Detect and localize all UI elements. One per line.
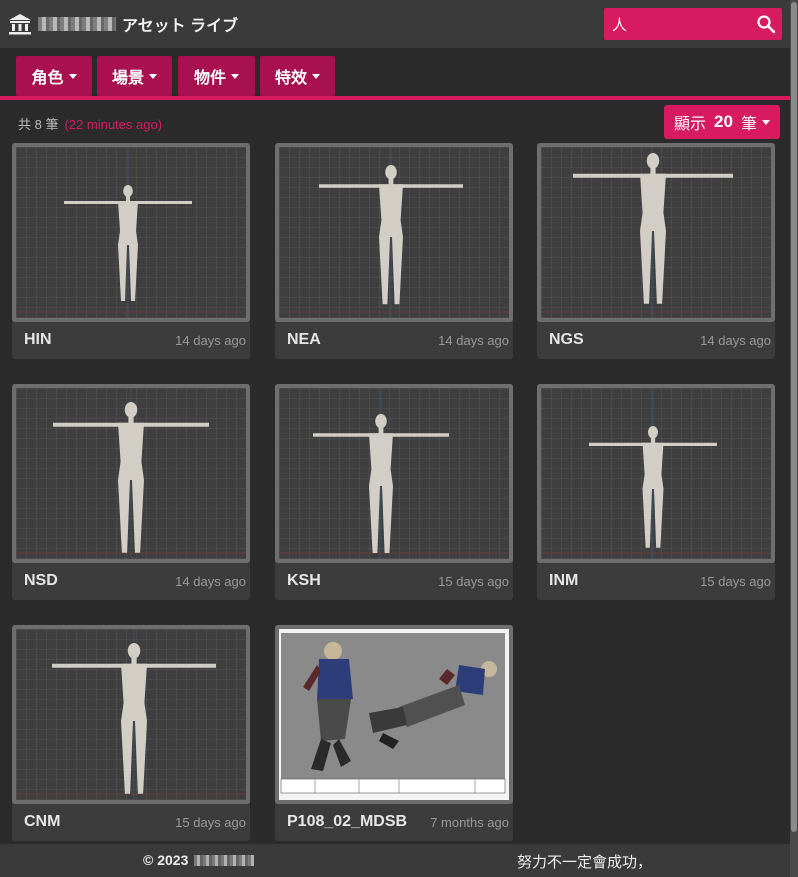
asset-name: KSH xyxy=(287,572,321,589)
category-dropdown-effect[interactable]: 特效 xyxy=(260,56,335,96)
asset-name: NSD xyxy=(24,572,58,589)
caret-down-icon xyxy=(149,73,157,79)
asset-card[interactable]: NSD 14 days ago xyxy=(12,384,250,600)
page-size-suffix: 筆 xyxy=(740,116,757,133)
asset-card[interactable]: P108_02_MDSB 7 months ago xyxy=(275,625,513,841)
asset-name: P108_02_MDSB xyxy=(287,813,408,830)
last-updated: (22 minutes ago) xyxy=(64,117,163,132)
asset-updated: 15 days ago xyxy=(700,574,771,589)
asset-thumbnail[interactable] xyxy=(12,143,250,322)
caret-down-icon xyxy=(312,73,320,79)
category-label: 場景 xyxy=(111,70,144,87)
asset-thumbnail[interactable] xyxy=(537,143,775,322)
asset-thumbnail[interactable] xyxy=(275,143,513,322)
footer xyxy=(0,844,790,877)
category-label: 特效 xyxy=(274,70,307,87)
asset-card[interactable]: NEA 14 days ago xyxy=(275,143,513,359)
company-name-redacted xyxy=(194,854,255,866)
asset-updated: 14 days ago xyxy=(438,333,509,348)
search-box[interactable] xyxy=(604,8,782,40)
category-dropdown-character[interactable]: 角色 xyxy=(16,56,92,96)
category-bar: 角色 場景 物件 特效 xyxy=(0,48,790,100)
asset-updated: 14 days ago xyxy=(175,574,246,589)
total-count: 共 8 筆 xyxy=(18,117,59,132)
accent-divider xyxy=(0,96,790,100)
asset-name: CNM xyxy=(24,813,61,830)
caret-down-icon xyxy=(761,119,770,125)
result-count: 共 8 筆 (22 minutes ago) xyxy=(18,114,162,133)
t-pose-figure-icon xyxy=(279,147,509,318)
t-pose-figure-icon xyxy=(279,388,509,559)
brand-logo-redacted xyxy=(38,17,116,31)
app-title: アセット ライブ xyxy=(122,18,239,35)
asset-thumbnail[interactable] xyxy=(12,625,250,804)
copyright-text: © 2023 xyxy=(143,852,189,868)
scrollbar[interactable] xyxy=(790,0,798,877)
asset-updated: 14 days ago xyxy=(700,333,771,348)
search-input[interactable] xyxy=(612,14,752,34)
category-dropdown-scene[interactable]: 場景 xyxy=(97,56,172,96)
asset-name: INM xyxy=(549,572,579,589)
scrollbar-thumb[interactable] xyxy=(791,2,797,832)
t-pose-figure-icon xyxy=(541,147,771,318)
asset-card[interactable]: INM 15 days ago xyxy=(537,384,775,600)
asset-updated: 15 days ago xyxy=(175,815,246,830)
asset-name: NGS xyxy=(549,331,584,348)
asset-thumbnail[interactable] xyxy=(275,384,513,563)
asset-card[interactable]: CNM 15 days ago xyxy=(12,625,250,841)
caret-down-icon xyxy=(68,73,77,79)
asset-name: NEA xyxy=(287,331,321,348)
t-pose-figure-icon xyxy=(16,147,246,318)
category-dropdown-prop[interactable]: 物件 xyxy=(178,56,255,96)
page-size-value: 20 xyxy=(714,112,733,131)
page-size-prefix: 顯示 xyxy=(674,116,707,133)
asset-name: HIN xyxy=(24,331,52,348)
page-size-dropdown[interactable]: 顯示 20 筆 xyxy=(664,105,780,139)
asset-thumbnail[interactable] xyxy=(12,384,250,563)
asset-updated: 7 months ago xyxy=(430,815,509,830)
brand-link[interactable]: アセット ライブ xyxy=(8,11,238,37)
asset-thumbnail[interactable] xyxy=(275,625,513,804)
t-pose-figure-icon xyxy=(541,388,771,559)
copyright: © 2023 xyxy=(143,852,255,868)
search-icon[interactable] xyxy=(756,14,776,34)
t-pose-figure-icon xyxy=(16,388,246,559)
asset-updated: 14 days ago xyxy=(175,333,246,348)
category-label: 物件 xyxy=(193,70,226,87)
bank-icon xyxy=(8,13,32,35)
footer-motto: 努力不一定會成功， xyxy=(517,854,653,871)
t-pose-figure-icon xyxy=(16,629,246,800)
asset-thumbnail[interactable] xyxy=(537,384,775,563)
asset-card[interactable]: NGS 14 days ago xyxy=(537,143,775,359)
action-pose-sheet-icon xyxy=(280,633,506,794)
asset-card[interactable]: HIN 14 days ago xyxy=(12,143,250,359)
category-label: 角色 xyxy=(31,70,64,87)
asset-card[interactable]: KSH 15 days ago xyxy=(275,384,513,600)
asset-updated: 15 days ago xyxy=(438,574,509,589)
caret-down-icon xyxy=(231,73,239,79)
